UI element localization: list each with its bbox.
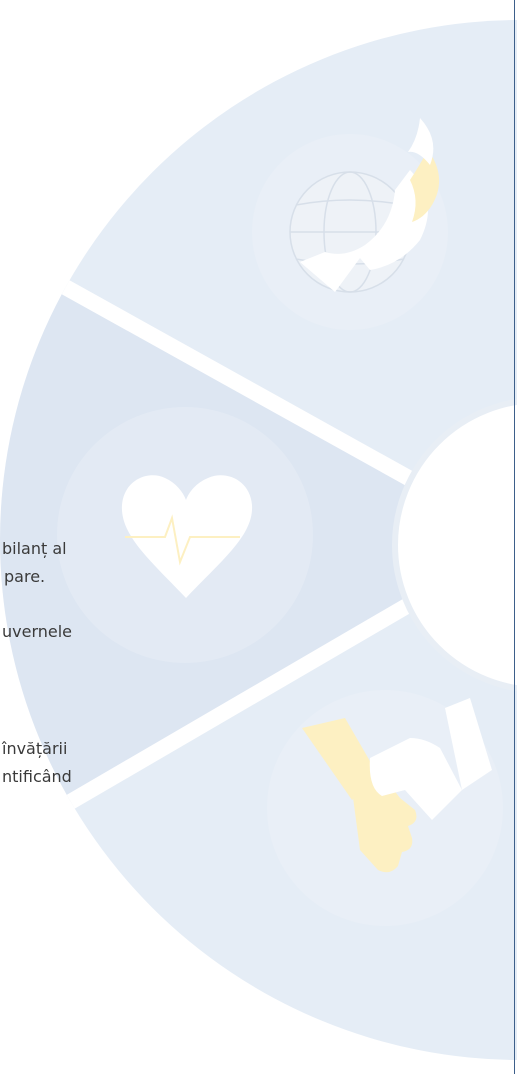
body-text-line-5: ntificând — [2, 767, 72, 786]
body-text-line-4: învățării — [2, 739, 68, 758]
body-text-line-1: bilanț al — [2, 539, 67, 558]
handshake-icon — [267, 690, 503, 926]
wheel-diagram — [0, 20, 517, 1060]
body-text-line-2: pare. — [4, 567, 46, 586]
body-text-line-3: uvernele — [2, 622, 73, 641]
right-edge-line — [514, 0, 515, 1074]
heart-pulse-icon — [57, 407, 313, 663]
